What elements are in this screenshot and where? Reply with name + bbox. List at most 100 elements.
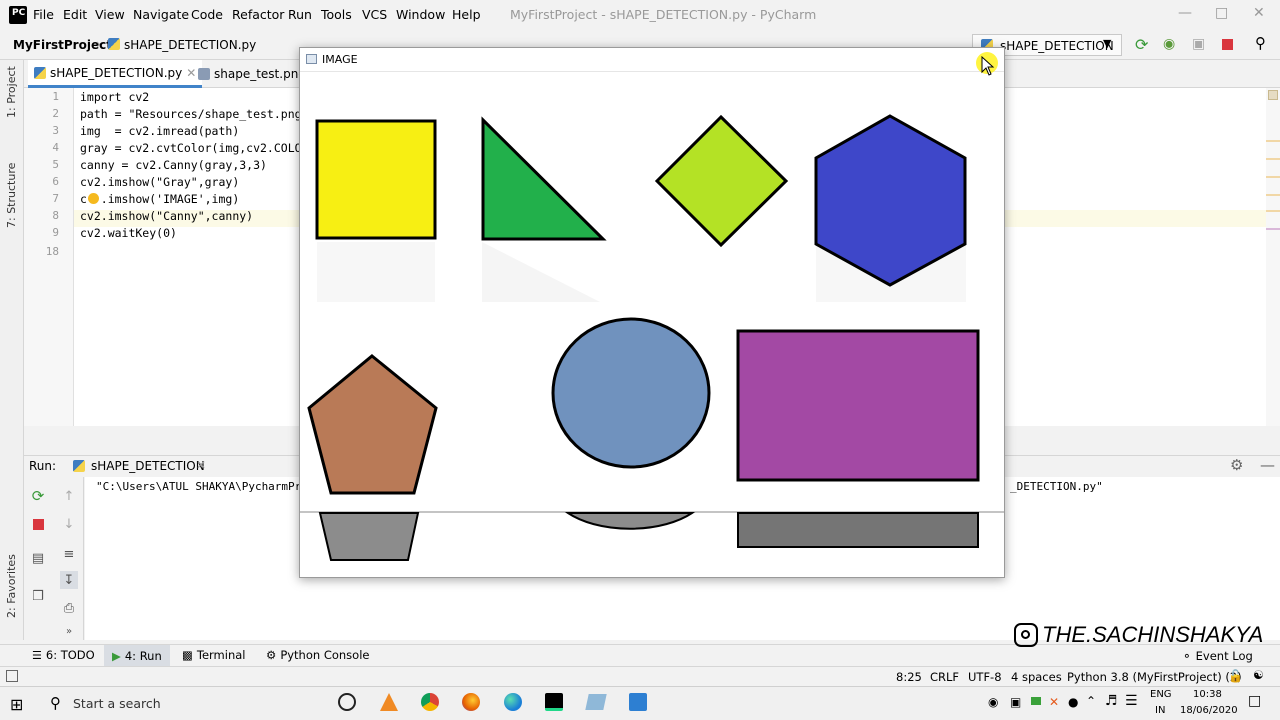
- firefox-icon[interactable]: [462, 693, 480, 711]
- app-icon[interactable]: [585, 694, 607, 710]
- menu-view[interactable]: View: [95, 7, 125, 22]
- tab-python-console[interactable]: ⚙ Python Console: [266, 648, 369, 662]
- more-icon[interactable]: »: [60, 622, 78, 640]
- notification-icon[interactable]: □: [1248, 693, 1261, 709]
- minimize-button[interactable]: —: [1178, 5, 1192, 21]
- code-line: cv2.imshow("Canny",canny): [80, 209, 254, 223]
- chevron-up-icon[interactable]: ⌃: [1086, 694, 1096, 708]
- tray-icon[interactable]: ✕: [1049, 695, 1059, 709]
- image-window-titlebar[interactable]: IMAGE: [300, 48, 1004, 72]
- line-number-gutter: 1 2 3 4 5 6 7 8 9 18: [24, 88, 74, 426]
- gear-icon[interactable]: ⚙: [1230, 456, 1243, 474]
- editor-scroll-markers[interactable]: [1266, 88, 1280, 426]
- menu-file[interactable]: File: [33, 7, 54, 22]
- stop-square: [32, 518, 44, 530]
- toggle-tool-windows-icon[interactable]: [6, 670, 18, 682]
- language-bottom[interactable]: IN: [1155, 705, 1165, 716]
- python-taskbar-icon[interactable]: [629, 693, 647, 711]
- edge-icon[interactable]: [504, 693, 522, 711]
- scroll-marker: [1266, 194, 1280, 196]
- volume-icon[interactable]: ♬: [1105, 693, 1118, 709]
- close-run-tab-icon[interactable]: ✕: [196, 458, 206, 472]
- menu-help[interactable]: Help: [452, 7, 481, 22]
- event-log-button[interactable]: ⚬ Event Log: [1182, 649, 1253, 663]
- cursor-position[interactable]: 8:25: [896, 670, 922, 684]
- indent-setting[interactable]: 4 spaces: [1011, 670, 1062, 684]
- tab-run[interactable]: ▶ 4: Run: [104, 645, 170, 667]
- favorites-panel-tab[interactable]: 2: Favorites: [5, 554, 18, 618]
- structure-panel-tab[interactable]: 7: Structure: [5, 163, 18, 228]
- tab-todo[interactable]: ☰ 6: TODO: [32, 648, 95, 662]
- rerun-icon[interactable]: ⟳: [29, 487, 47, 505]
- run-tab-label[interactable]: sHAPE_DETECTION: [91, 459, 205, 473]
- stop-run-icon[interactable]: [29, 515, 47, 533]
- menu-window[interactable]: Window: [396, 7, 445, 22]
- menu-tools[interactable]: Tools: [321, 7, 352, 22]
- line-separator[interactable]: CRLF: [930, 670, 959, 684]
- pycharm-app-icon: PC: [9, 6, 27, 24]
- instagram-icon: [1014, 623, 1038, 647]
- clock-time[interactable]: 10:38: [1193, 689, 1222, 700]
- inspector-icon[interactable]: ☯: [1253, 668, 1264, 682]
- stop-icon[interactable]: [1222, 39, 1233, 50]
- tab-label: Python Console: [280, 648, 370, 662]
- debug-icon[interactable]: ◉: [1163, 36, 1175, 52]
- window-app-icon: [306, 54, 317, 64]
- menu-run[interactable]: Run: [288, 7, 312, 22]
- pin-icon[interactable]: ❒: [29, 587, 47, 605]
- breadcrumb-file[interactable]: sHAPE_DETECTION.py: [124, 38, 256, 52]
- python-interpreter[interactable]: Python 3.8 (MyFirstProject) (2): [1067, 670, 1242, 684]
- watermark-text: THE.SACHINSHAKYA: [1042, 622, 1264, 647]
- scroll-to-end-icon[interactable]: ↧: [60, 571, 78, 589]
- tab-label: sHAPE_DETECTION.py: [50, 65, 183, 80]
- project-panel-tab[interactable]: 1: Project: [5, 66, 18, 118]
- search-icon[interactable]: ⚲: [1255, 34, 1266, 52]
- menu-code[interactable]: Code: [191, 7, 223, 22]
- up-arrow-icon[interactable]: ↑: [60, 487, 78, 505]
- tray-icon[interactable]: ●: [1068, 695, 1078, 709]
- tab-terminal[interactable]: ▩ Terminal: [182, 648, 245, 662]
- code-line: path = "Resources/shape_test.png": [80, 107, 309, 121]
- tab-label: Terminal: [196, 648, 246, 662]
- chrome-icon[interactable]: [421, 693, 439, 711]
- pycharm-taskbar-icon[interactable]: [545, 693, 563, 711]
- terminal-icon: ▩: [182, 648, 193, 662]
- tray-icon[interactable]: ◉: [988, 695, 998, 709]
- taskbar-search-input[interactable]: Start a search: [73, 696, 161, 711]
- layout-icon[interactable]: ▤: [29, 549, 47, 567]
- tab-shape-test[interactable]: shape_test.png: [192, 60, 312, 88]
- tray-icon[interactable]: [1031, 697, 1041, 705]
- lime-diamond: [654, 114, 789, 248]
- hide-panel-icon[interactable]: —: [1260, 456, 1275, 474]
- line-number: 5: [52, 158, 59, 171]
- windows-start-icon[interactable]: ⊞: [10, 695, 23, 714]
- clock-date[interactable]: 18/06/2020: [1180, 705, 1238, 716]
- menu-vcs[interactable]: VCS: [362, 7, 387, 22]
- menu-navigate[interactable]: Navigate: [133, 7, 189, 22]
- vlc-icon[interactable]: [380, 693, 398, 711]
- menu-refactor[interactable]: Refactor: [232, 7, 284, 22]
- list-icon: ☰: [32, 648, 42, 662]
- rerun-icon[interactable]: ⟳: [1135, 35, 1148, 54]
- windows-taskbar: ⊞ ⚲ Start a search ◉ ▣ ✕ ● ⌃ ♬ ☰ ENG IN …: [0, 686, 1280, 720]
- language-top[interactable]: ENG: [1150, 689, 1172, 700]
- soft-wrap-icon[interactable]: ≡: [60, 545, 78, 563]
- close-window-button[interactable]: ✕: [1253, 5, 1265, 21]
- brown-pentagon: [307, 354, 438, 495]
- inspection-status-icon[interactable]: [1268, 90, 1278, 100]
- cortana-icon[interactable]: [338, 693, 356, 711]
- network-icon[interactable]: ☰: [1125, 693, 1138, 709]
- file-encoding[interactable]: UTF-8: [968, 670, 1002, 684]
- down-arrow-icon[interactable]: ↓: [60, 515, 78, 533]
- coverage-icon[interactable]: ▣: [1192, 36, 1205, 52]
- lightbulb-icon[interactable]: [88, 193, 99, 204]
- maximize-button[interactable]: □: [1215, 5, 1228, 21]
- tab-shape-detection[interactable]: sHAPE_DETECTION.py ✕: [28, 60, 203, 88]
- menu-edit[interactable]: Edit: [63, 7, 87, 22]
- tray-icon[interactable]: ▣: [1010, 695, 1021, 709]
- mouse-pointer-icon: [981, 56, 995, 76]
- line-number: 6: [52, 175, 59, 188]
- print-icon[interactable]: ⎙: [60, 599, 78, 617]
- lock-icon[interactable]: 🔓: [1228, 669, 1243, 683]
- opencv-image-window[interactable]: IMAGE: [299, 47, 1005, 578]
